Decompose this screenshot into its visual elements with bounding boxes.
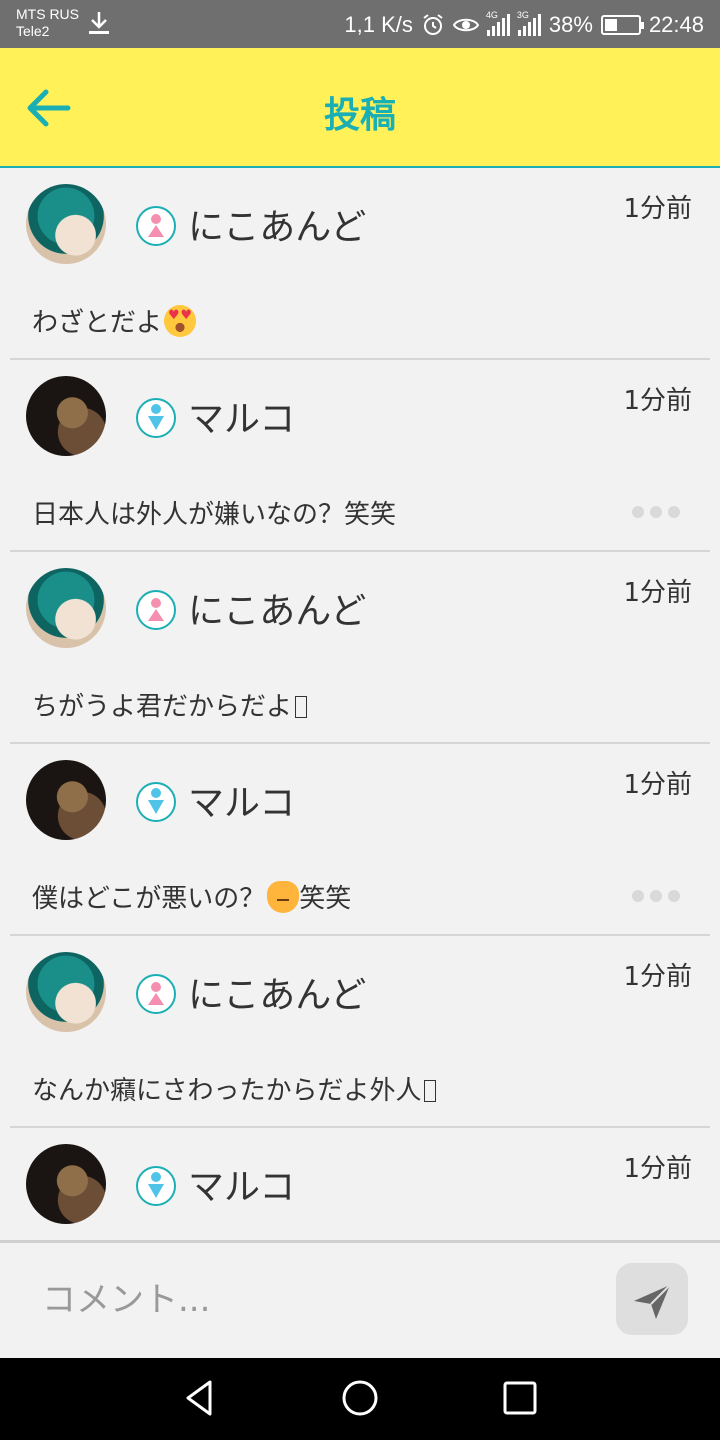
message-text: ちがうよ君だからだよ xyxy=(32,692,293,722)
comment-input[interactable] xyxy=(22,1263,592,1337)
post-username[interactable]: にこあんど xyxy=(188,966,366,1018)
avatar[interactable] xyxy=(26,760,106,840)
signal-3g-icon: 3G xyxy=(517,10,541,36)
message-text: 僕はどこが悪いの？ xyxy=(32,884,266,914)
download-icon xyxy=(89,12,109,34)
message-text: わざとだよ xyxy=(32,308,163,338)
avatar[interactable] xyxy=(26,376,106,456)
network-speed: 1,1 K/s xyxy=(344,12,413,37)
more-options-icon[interactable] xyxy=(632,890,680,902)
post-item[interactable]: マルコ 1分前日本人は外人が嫌いなの？笑笑 xyxy=(0,360,720,552)
post-username[interactable]: にこあんど xyxy=(188,582,366,634)
post-username[interactable]: マルコ xyxy=(188,1158,295,1210)
carrier-secondary: Tele2 xyxy=(16,23,50,39)
post-time: 1分前 xyxy=(623,578,692,608)
female-gender-icon xyxy=(136,974,176,1014)
nav-back-icon[interactable] xyxy=(180,1378,220,1418)
page-title: 投稿 xyxy=(323,95,396,136)
carrier-info: MTS RUS Tele2 xyxy=(16,6,79,40)
post-message: 僕はどこが悪いの？ 笑笑 xyxy=(32,878,351,915)
male-gender-icon xyxy=(136,398,176,438)
post-item[interactable]: にこあんど 1分前ちがうよ君だからだよ xyxy=(0,552,720,744)
signal-4g-icon: 4G xyxy=(486,10,510,36)
post-item[interactable]: マルコ 1分前 xyxy=(0,1128,720,1240)
crying-cat-emoji-icon xyxy=(267,881,300,913)
male-gender-icon xyxy=(136,1166,176,1206)
female-gender-icon xyxy=(136,206,176,246)
post-item[interactable]: マルコ 1分前僕はどこが悪いの？ 笑笑 xyxy=(0,744,720,936)
status-icons: 1,1 K/s 4G 3G 38% 22:48 xyxy=(344,10,704,40)
post-username[interactable]: にこあんど xyxy=(188,198,366,250)
battery-icon xyxy=(600,15,644,35)
missing-glyph-icon xyxy=(424,1080,437,1102)
avatar[interactable] xyxy=(26,1144,106,1224)
nav-home-icon[interactable] xyxy=(340,1378,380,1418)
heart-eyes-emoji-icon xyxy=(164,305,197,337)
eye-icon xyxy=(452,18,479,32)
message-text-suffix: 笑笑 xyxy=(299,884,352,914)
post-message: 日本人は外人が嫌いなの？笑笑 xyxy=(32,494,396,531)
clock: 22:48 xyxy=(648,12,704,37)
more-options-icon[interactable] xyxy=(632,506,680,518)
post-time: 1分前 xyxy=(623,1154,692,1184)
send-icon xyxy=(634,1284,671,1319)
post-feed[interactable]: にこあんど1分前わざとだよマルコ1分前日本人は外人が嫌いなの？笑笑にこあんど1分… xyxy=(0,168,720,1240)
status-bar: MTS RUS Tele2 1,1 K/s 4G 3G 38% 22:48 xyxy=(0,0,720,48)
signal-3g-label: 3G xyxy=(516,10,529,20)
nav-recents-icon[interactable] xyxy=(500,1378,540,1418)
avatar[interactable] xyxy=(26,184,106,264)
avatar[interactable] xyxy=(26,568,106,648)
system-nav-bar xyxy=(0,1358,720,1440)
missing-glyph-icon xyxy=(295,696,308,718)
carrier-primary: MTS RUS xyxy=(16,6,79,22)
post-username[interactable]: マルコ xyxy=(188,774,295,826)
post-time: 1分前 xyxy=(623,962,692,992)
post-username[interactable]: マルコ xyxy=(188,390,295,442)
message-text: なんか癪にさわったからだよ外人 xyxy=(32,1076,422,1106)
send-button[interactable] xyxy=(616,1263,688,1335)
post-time: 1分前 xyxy=(623,386,692,416)
signal-4g-label: 4G xyxy=(485,10,498,20)
post-item[interactable]: にこあんど 1分前わざとだよ xyxy=(0,168,720,360)
post-message: わざとだよ xyxy=(32,302,197,339)
post-time: 1分前 xyxy=(623,194,692,224)
app-header: 投稿 xyxy=(0,48,720,168)
alarm-icon xyxy=(423,14,443,35)
post-message: ちがうよ君だからだよ xyxy=(32,686,308,723)
battery-fill xyxy=(604,19,617,31)
female-gender-icon xyxy=(136,590,176,630)
avatar[interactable] xyxy=(26,952,106,1032)
post-time: 1分前 xyxy=(623,770,692,800)
post-item[interactable]: にこあんど 1分前なんか癪にさわったからだよ外人 xyxy=(0,936,720,1128)
post-message: なんか癪にさわったからだよ外人 xyxy=(32,1070,437,1107)
male-gender-icon xyxy=(136,782,176,822)
battery-percent: 38% xyxy=(548,12,593,37)
comment-bar xyxy=(0,1240,720,1358)
message-text: 日本人は外人が嫌いなの？笑笑 xyxy=(32,500,397,530)
